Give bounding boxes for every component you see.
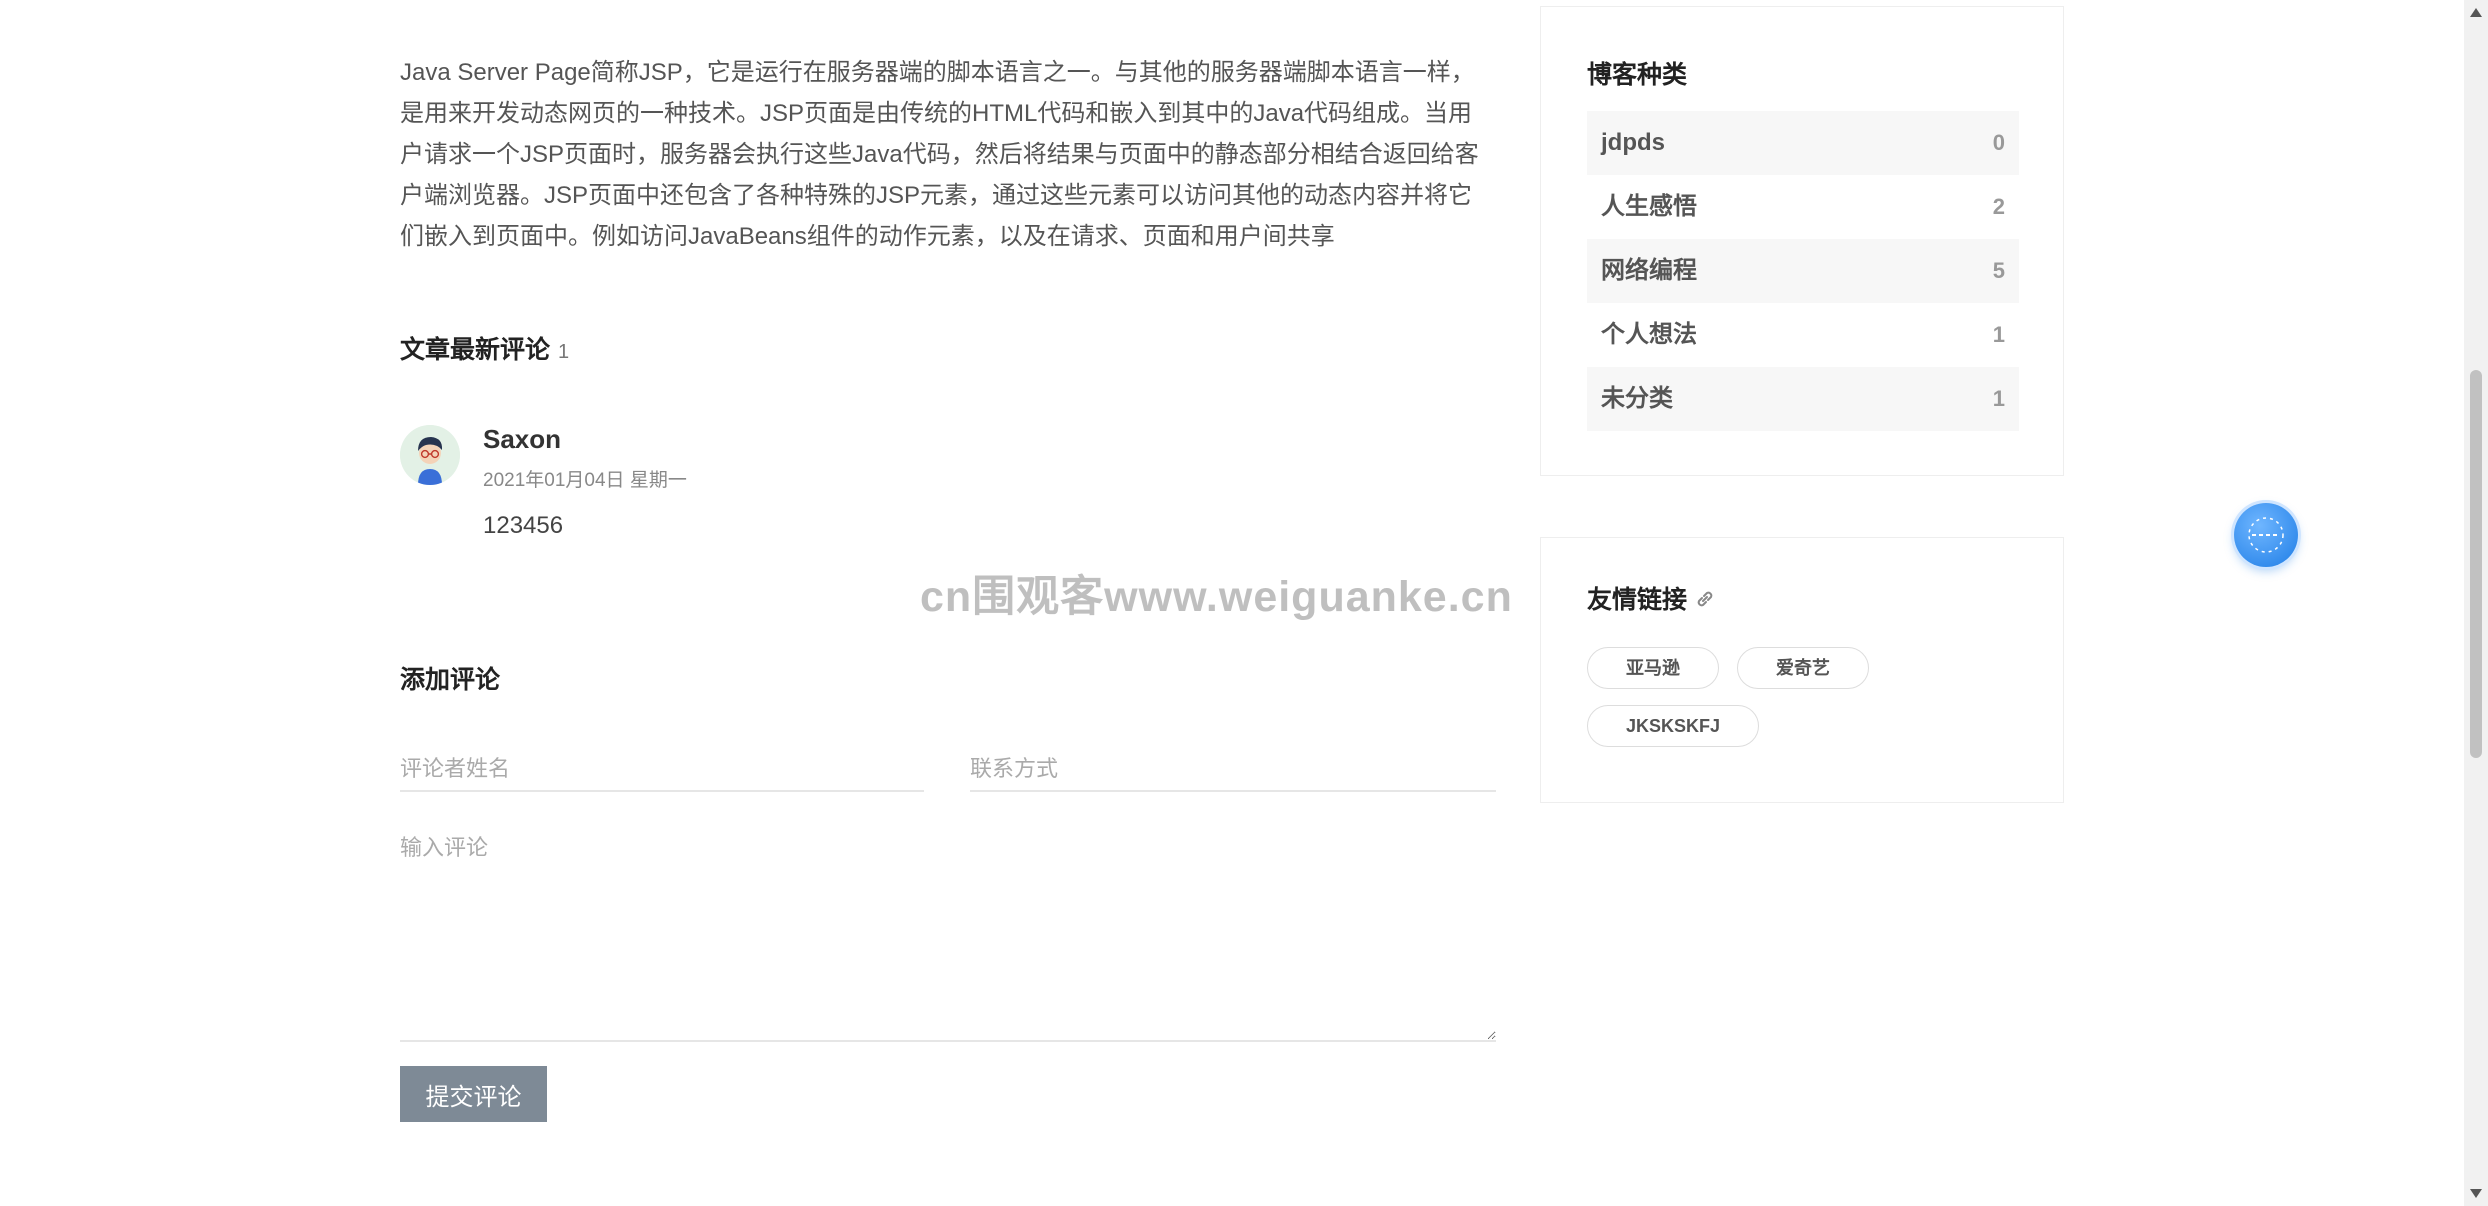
comments-section-title: 文章最新评论 1 xyxy=(400,330,569,366)
category-list: jdpds 0 人生感悟 2 网络编程 5 个人想法 1 未分类 1 xyxy=(1587,111,2019,431)
comments-count: 1 xyxy=(558,341,570,363)
category-count: 1 xyxy=(1992,322,2005,347)
contact-input[interactable] xyxy=(970,748,1496,792)
category-count: 5 xyxy=(1992,258,2005,283)
page: Java Server Page简称JSP，它是运行在服务器端的脚本语言之一。与… xyxy=(0,0,2488,1206)
comment-date: 2021年01月04日 星期一 xyxy=(483,470,687,491)
category-count: 2 xyxy=(1992,194,2005,219)
category-item-uncategorized[interactable]: 未分类 1 xyxy=(1587,367,2019,431)
link-tag-amazon[interactable]: 亚马逊 xyxy=(1587,647,1719,689)
links-title-label: 友情链接 xyxy=(1587,586,1688,614)
category-item-life[interactable]: 人生感悟 2 xyxy=(1587,175,2019,239)
links-widget: 友情链接 亚马逊 爱奇艺 JKSKSKFJ xyxy=(1540,537,2064,803)
watermark: cn围观客www.weiguanke.cn xyxy=(920,573,1513,621)
scroll-thumb[interactable] xyxy=(2470,370,2482,758)
categories-title: 博客种类 xyxy=(1587,61,1688,89)
category-label: 人生感悟 xyxy=(1601,193,1697,220)
link-tags: 亚马逊 爱奇艺 JKSKSKFJ xyxy=(1587,647,2027,763)
category-item-network[interactable]: 网络编程 5 xyxy=(1587,239,2019,303)
category-label: 个人想法 xyxy=(1601,321,1697,348)
category-item-thoughts[interactable]: 个人想法 1 xyxy=(1587,303,2019,367)
links-title: 友情链接 xyxy=(1587,580,1717,618)
comment-textarea[interactable] xyxy=(400,830,1496,1042)
category-label: 未分类 xyxy=(1601,385,1673,412)
category-label: 网络编程 xyxy=(1601,257,1697,284)
commenter-name-input[interactable] xyxy=(400,748,924,792)
avatar-icon xyxy=(400,425,460,485)
categories-widget: 博客种类 jdpds 0 人生感悟 2 网络编程 5 个人想法 1 未分类 1 xyxy=(1540,6,2064,476)
category-count: 1 xyxy=(1992,386,2005,411)
avatar xyxy=(400,425,460,485)
category-label: jdpds xyxy=(1601,129,1665,156)
article-body: Java Server Page简称JSP，它是运行在服务器端的脚本语言之一。与… xyxy=(400,59,1479,250)
link-tag-jksksk[interactable]: JKSKSKFJ xyxy=(1587,705,1760,747)
vertical-scrollbar[interactable] xyxy=(2464,0,2488,1206)
comment-item: Saxon 2021年01月04日 星期一 123456 xyxy=(400,420,1496,550)
scroll-up-icon[interactable] xyxy=(2470,8,2482,17)
scroll-down-icon[interactable] xyxy=(2470,1189,2482,1198)
comment-author: Saxon xyxy=(483,424,562,454)
link-icon xyxy=(1693,587,1717,618)
floating-action-button[interactable] xyxy=(2234,503,2298,567)
category-count: 0 xyxy=(1992,130,2005,155)
submit-comment-button[interactable]: 提交评论 xyxy=(400,1066,547,1122)
category-item-jdpds[interactable]: jdpds 0 xyxy=(1587,111,2019,175)
comments-title-label: 文章最新评论 xyxy=(400,336,551,364)
add-comment-title: 添加评论 xyxy=(400,666,501,694)
link-tag-iqiyi[interactable]: 爱奇艺 xyxy=(1737,647,1869,689)
float-button-icon xyxy=(2248,517,2284,553)
comment-content: 123456 xyxy=(483,512,564,539)
